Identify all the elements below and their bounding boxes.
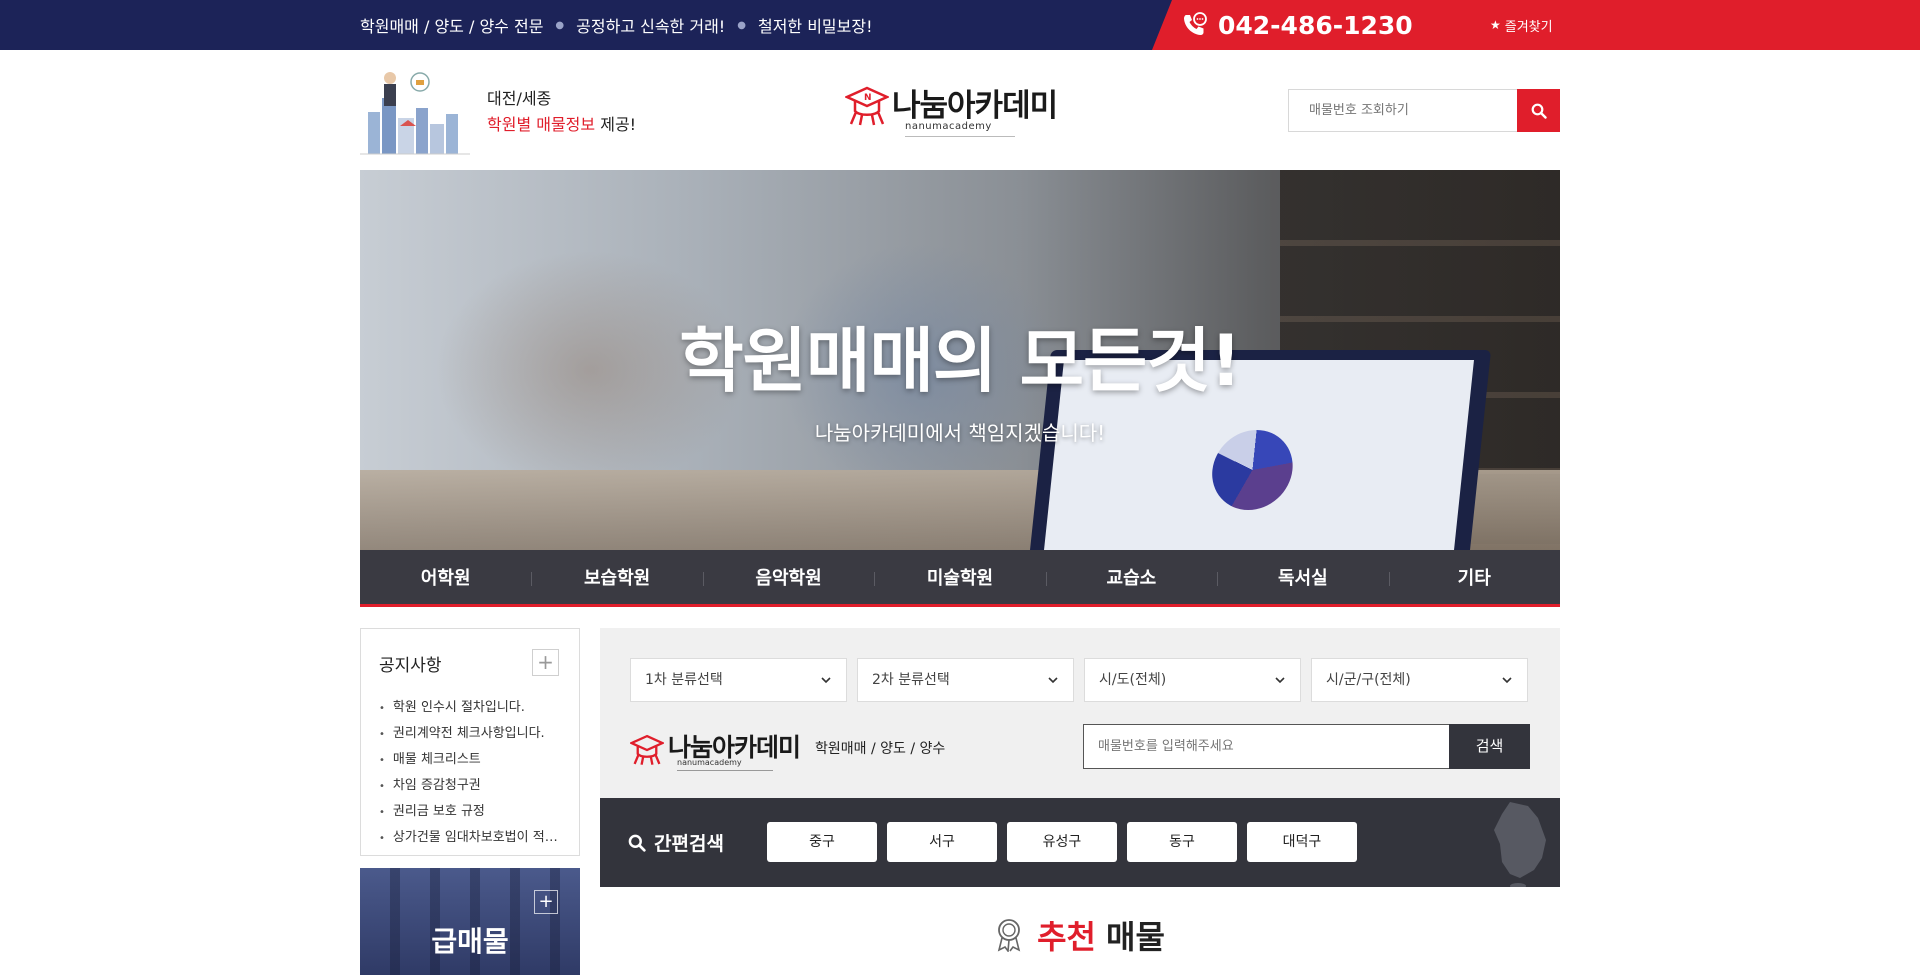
secondary-category-value: 2차 분류선택	[872, 672, 950, 688]
notice-item[interactable]: 상가건물 임대차보호법이 적용되는 범위	[379, 825, 559, 851]
category-tutoring-academy[interactable]: 보습학원	[531, 550, 702, 604]
phone-number-link[interactable]: 042-486-1230	[1180, 0, 1413, 50]
promo-rest: 제공!	[595, 115, 637, 134]
notice-item[interactable]: 권리금 보호 규정	[379, 799, 559, 825]
notice-list: 학원 인수시 절차입니다. 권리계약전 체크사항입니다. 매물 체크리스트 차임…	[379, 695, 559, 851]
chevron-down-icon	[1502, 677, 1512, 684]
notice-title: 공지사항	[379, 656, 442, 676]
promo-region: 대전/세종	[487, 89, 552, 108]
notice-more-plus-icon[interactable]: +	[532, 649, 559, 676]
category-music-academy[interactable]: 음악학원	[702, 550, 874, 604]
category-study-room[interactable]: 독서실	[1217, 550, 1388, 604]
promo-line: 학원별 매물정보 제공!	[487, 112, 636, 138]
district-select[interactable]: 시/군/구(전체)	[1311, 658, 1528, 702]
site-header: 대전/세종 학원별 매물정보 제공! N 나눔아카데미 nanumacademy	[360, 50, 1560, 170]
site-logo[interactable]: N 나눔아카데미 nanumacademy	[845, 80, 1085, 140]
panel-logo-subtitle: nanumacademy	[677, 758, 742, 767]
province-value: 시/도(전체)	[1099, 672, 1167, 688]
top-bar: 학원매매 / 양도 / 양수 전문 ● 공정하고 신속한 거래! ● 철저한 비…	[0, 0, 1920, 50]
phone-number: 042-486-1230	[1218, 10, 1413, 40]
logo-name: 나눔아카데미	[892, 88, 1058, 124]
recommended-highlight: 추천	[1037, 918, 1096, 956]
panel-search-button[interactable]: 검색	[1449, 724, 1530, 769]
category-private-tutoring[interactable]: 교습소	[1045, 550, 1217, 604]
logo-underline	[905, 136, 1015, 137]
top-message-3: 철저한 비밀보장!	[757, 17, 873, 36]
panel-logo-underline	[677, 770, 773, 771]
district-button-junggu[interactable]: 중구	[767, 822, 877, 862]
search-button[interactable]	[1517, 89, 1560, 132]
urgent-sale-banner[interactable]: + 급매물	[360, 868, 580, 975]
hero-title: 학원매매의 모든것!	[679, 320, 1242, 402]
secondary-category-select[interactable]: 2차 분류선택	[857, 658, 1074, 702]
panel-description: 학원매매 / 양도 / 양수	[815, 741, 946, 757]
notice-item[interactable]: 권리계약전 체크사항입니다.	[379, 721, 559, 747]
graduation-cap-logo-icon: N	[845, 86, 889, 126]
top-bar-messages: 학원매매 / 양도 / 양수 전문 ● 공정하고 신속한 거래! ● 철저한 비…	[360, 0, 873, 50]
panel-logo: 나눔아카데미 nanumacademy 학원매매 / 양도 / 양수	[630, 728, 950, 778]
category-nav: 어학원 보습학원 음악학원 미술학원 교습소 독서실 기타	[360, 550, 1560, 607]
separator-dot: ●	[555, 19, 565, 31]
separator-dot: ●	[737, 19, 746, 31]
province-select[interactable]: 시/도(전체)	[1084, 658, 1301, 702]
quick-search-bar: 간편검색 중구 서구 유성구 동구 대덕구	[600, 798, 1560, 887]
recommended-rest: 매물	[1106, 918, 1165, 956]
phone-icon	[1184, 12, 1207, 35]
quick-search-label: 간편검색	[628, 798, 724, 887]
primary-category-value: 1차 분류선택	[645, 672, 723, 688]
notice-item[interactable]: 학원 인수시 절차입니다.	[379, 695, 559, 721]
award-ribbon-icon	[997, 919, 1021, 952]
property-number-search-input[interactable]	[1289, 90, 1519, 131]
favorite-button[interactable]: ★ 즐겨찾기	[1490, 0, 1553, 50]
property-number-search	[1288, 89, 1560, 132]
recommended-properties-heading: 추천 매물	[600, 905, 1560, 965]
chevron-down-icon	[1275, 677, 1285, 684]
urgent-sale-label: 급매물	[431, 925, 509, 958]
district-button-daedeokgu[interactable]: 대덕구	[1247, 822, 1357, 862]
notice-item[interactable]: 매물 체크리스트	[379, 747, 559, 773]
top-message-1: 학원매매 / 양도 / 양수 전문	[360, 17, 544, 36]
district-button-seogu[interactable]: 서구	[887, 822, 997, 862]
panel-search-field	[1083, 724, 1450, 769]
notice-box: 공지사항 + 학원 인수시 절차입니다. 권리계약전 체크사항입니다. 매물 체…	[360, 628, 580, 856]
top-message-2: 공정하고 신속한 거래!	[576, 17, 726, 36]
chevron-down-icon	[821, 677, 831, 684]
district-button-yuseonggu[interactable]: 유성구	[1007, 822, 1117, 862]
district-button-donggu[interactable]: 동구	[1127, 822, 1237, 862]
favorite-label: 즐겨찾기	[1504, 19, 1553, 35]
search-icon	[1531, 103, 1547, 119]
quick-search-text: 간편검색	[654, 833, 724, 855]
notice-item[interactable]: 차임 증감청구권	[379, 773, 559, 799]
panel-search-input[interactable]	[1084, 725, 1449, 768]
graduation-cap-logo-icon	[630, 734, 664, 765]
urgent-more-plus-icon[interactable]: +	[534, 890, 558, 914]
category-language-academy[interactable]: 어학원	[360, 550, 531, 604]
hero-banner: 학원매매의 모든것! 나눔아카데미에서 책임지겠습니다!	[360, 170, 1560, 550]
hero-subtitle: 나눔아카데미에서 책임지겠습니다!	[814, 421, 1106, 445]
primary-category-select[interactable]: 1차 분류선택	[630, 658, 847, 702]
chevron-down-icon	[1048, 677, 1058, 684]
header-promo: 대전/세종 학원별 매물정보 제공!	[487, 86, 636, 138]
korea-map-icon	[1494, 802, 1546, 887]
star-icon: ★	[1490, 18, 1501, 32]
svg-text:N: N	[864, 93, 872, 103]
district-value: 시/군/구(전체)	[1326, 672, 1411, 688]
category-other[interactable]: 기타	[1388, 550, 1560, 604]
logo-subtitle: nanumacademy	[905, 121, 992, 132]
property-search-panel: 1차 분류선택 2차 분류선택 시/도(전체) 시/군/구(전체) 나눔아카데미…	[600, 628, 1560, 798]
category-art-academy[interactable]: 미술학원	[874, 550, 1045, 604]
promo-highlight: 학원별 매물정보	[487, 115, 596, 134]
business-man-city-illustration-icon	[360, 72, 470, 155]
search-icon	[628, 834, 646, 852]
